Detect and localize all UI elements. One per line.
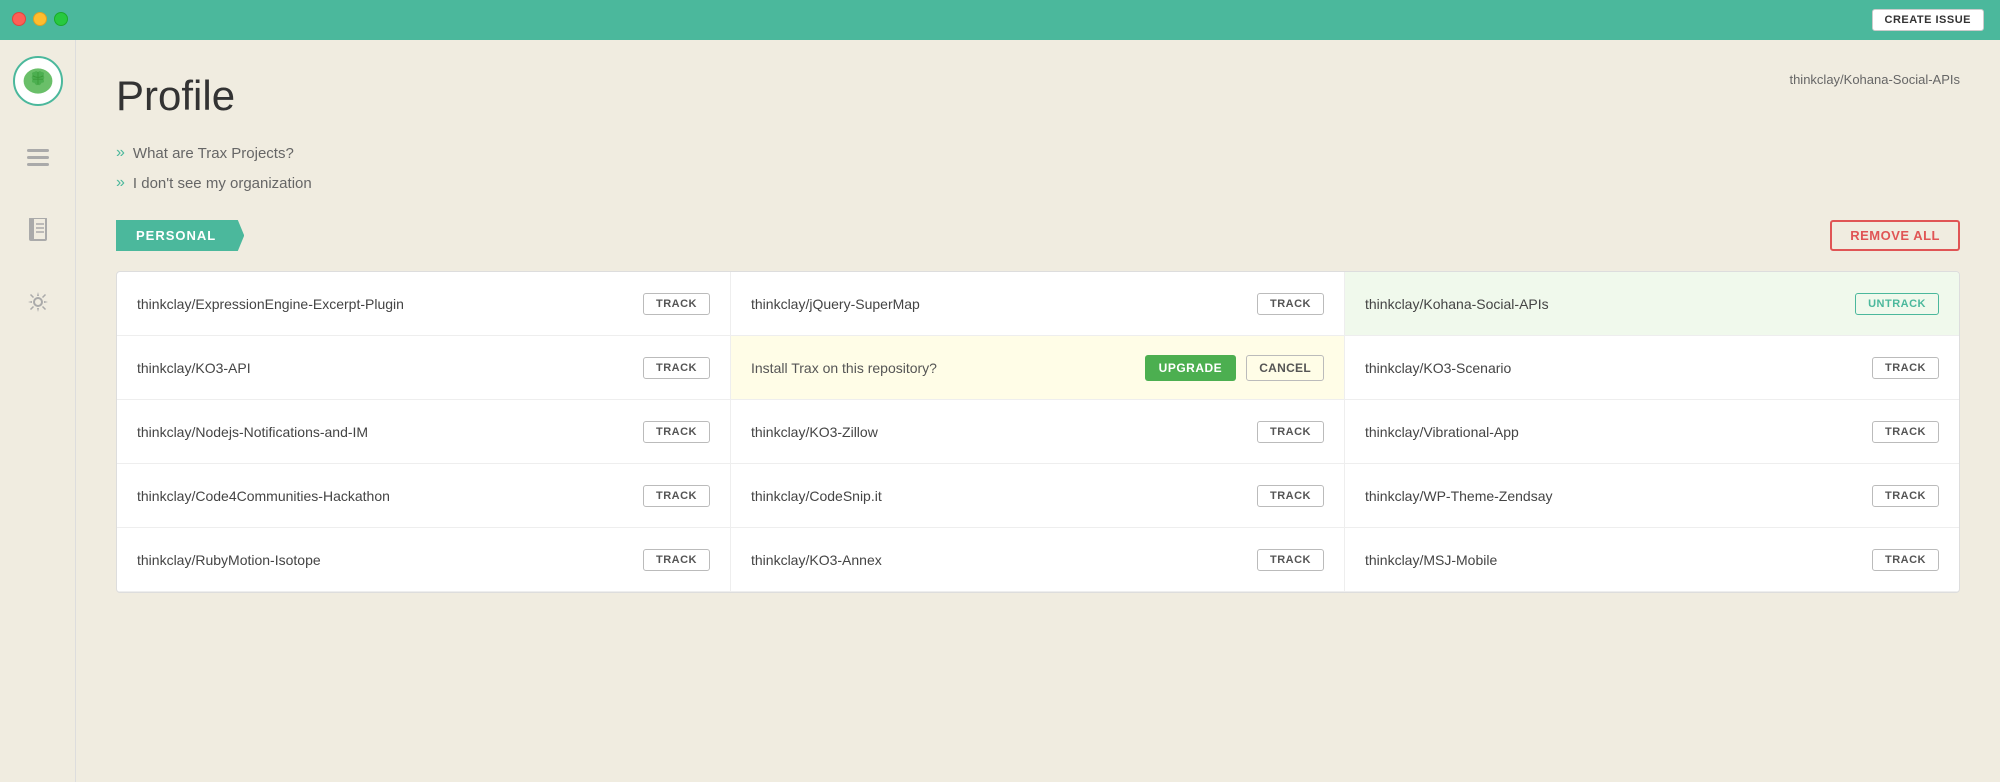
repo-name: thinkclay/jQuery-SuperMap: [751, 296, 1257, 312]
repo-name: thinkclay/Vibrational-App: [1365, 424, 1872, 440]
track-button[interactable]: TRACK: [1257, 485, 1324, 507]
chevron-right-icon-1: »: [116, 144, 125, 162]
cancel-button[interactable]: CANCEL: [1246, 355, 1324, 381]
repo-name: thinkclay/KO3-Scenario: [1365, 360, 1872, 376]
repos-grid: thinkclay/ExpressionEngine-Excerpt-Plugi…: [117, 272, 1959, 592]
remove-all-button[interactable]: REMOVE ALL: [1830, 220, 1960, 251]
untrack-button[interactable]: UNTRACK: [1855, 293, 1939, 315]
upgrade-button[interactable]: UPGRADE: [1145, 355, 1237, 381]
repo-cell: thinkclay/Vibrational-App TRACK: [1345, 400, 1959, 464]
repo-name: thinkclay/KO3-API: [137, 360, 643, 376]
repo-name: thinkclay/MSJ-Mobile: [1365, 552, 1872, 568]
track-button[interactable]: TRACK: [1872, 357, 1939, 379]
create-issue-button[interactable]: CREATE ISSUE: [1872, 9, 1984, 31]
list-menu-icon[interactable]: [18, 138, 58, 178]
faq-item-2: » I don't see my organization: [116, 174, 1960, 192]
track-button[interactable]: TRACK: [643, 485, 710, 507]
repo-cell: thinkclay/jQuery-SuperMap TRACK: [731, 272, 1345, 336]
repo-cell: thinkclay/KO3-Scenario TRACK: [1345, 336, 1959, 400]
repo-cell: thinkclay/MSJ-Mobile TRACK: [1345, 528, 1959, 592]
book-icon[interactable]: [18, 210, 58, 250]
top-right-repo-label: thinkclay/Kohana-Social-APIs: [1789, 72, 1960, 87]
repo-name: thinkclay/WP-Theme-Zendsay: [1365, 488, 1872, 504]
repo-cell: Install Trax on this repository? UPGRADE…: [731, 336, 1345, 400]
faq-item-1: » What are Trax Projects?: [116, 144, 1960, 162]
sidebar: [0, 40, 76, 782]
repo-cell: thinkclay/Kohana-Social-APIs UNTRACK: [1345, 272, 1959, 336]
repo-cell: thinkclay/Nodejs-Notifications-and-IM TR…: [117, 400, 731, 464]
repo-name: thinkclay/Nodejs-Notifications-and-IM: [137, 424, 643, 440]
repos-container: thinkclay/ExpressionEngine-Excerpt-Plugi…: [116, 271, 1960, 593]
repo-cell: thinkclay/WP-Theme-Zendsay TRACK: [1345, 464, 1959, 528]
repo-name: thinkclay/RubyMotion-Isotope: [137, 552, 643, 568]
brain-icon: [20, 63, 56, 99]
track-button[interactable]: TRACK: [1872, 549, 1939, 571]
page-title: Profile: [116, 72, 1960, 120]
track-button[interactable]: TRACK: [1257, 293, 1324, 315]
personal-badge: PERSONAL: [116, 220, 244, 251]
repo-cell: thinkclay/CodeSnip.it TRACK: [731, 464, 1345, 528]
section-header: PERSONAL REMOVE ALL: [116, 220, 1960, 251]
repo-cell: thinkclay/RubyMotion-Isotope TRACK: [117, 528, 731, 592]
install-trax-text: Install Trax on this repository?: [751, 360, 1145, 376]
gear-icon[interactable]: [18, 282, 58, 322]
repo-name: thinkclay/ExpressionEngine-Excerpt-Plugi…: [137, 296, 643, 312]
track-button[interactable]: TRACK: [1872, 421, 1939, 443]
close-dot[interactable]: [12, 12, 26, 26]
track-button[interactable]: TRACK: [1257, 549, 1324, 571]
repo-name: thinkclay/CodeSnip.it: [751, 488, 1257, 504]
repo-cell: thinkclay/ExpressionEngine-Excerpt-Plugi…: [117, 272, 731, 336]
track-button[interactable]: TRACK: [643, 293, 710, 315]
repo-cell: thinkclay/Code4Communities-Hackathon TRA…: [117, 464, 731, 528]
repo-cell: thinkclay/KO3-Annex TRACK: [731, 528, 1345, 592]
track-button[interactable]: TRACK: [643, 357, 710, 379]
repo-name: thinkclay/KO3-Annex: [751, 552, 1257, 568]
faq-text-1[interactable]: What are Trax Projects?: [133, 145, 294, 162]
repo-name: thinkclay/Code4Communities-Hackathon: [137, 488, 643, 504]
repo-name: thinkclay/Kohana-Social-APIs: [1365, 296, 1855, 312]
chevron-right-icon-2: »: [116, 174, 125, 192]
repo-cell: thinkclay/KO3-Zillow TRACK: [731, 400, 1345, 464]
maximize-dot[interactable]: [54, 12, 68, 26]
track-button[interactable]: TRACK: [643, 549, 710, 571]
main-content: thinkclay/Kohana-Social-APIs Profile » W…: [76, 40, 2000, 782]
track-button[interactable]: TRACK: [1257, 421, 1324, 443]
minimize-dot[interactable]: [33, 12, 47, 26]
faq-text-2[interactable]: I don't see my organization: [133, 175, 312, 192]
repo-cell: thinkclay/KO3-API TRACK: [117, 336, 731, 400]
track-button[interactable]: TRACK: [1872, 485, 1939, 507]
repo-name: thinkclay/KO3-Zillow: [751, 424, 1257, 440]
track-button[interactable]: TRACK: [643, 421, 710, 443]
avatar[interactable]: [13, 56, 63, 106]
